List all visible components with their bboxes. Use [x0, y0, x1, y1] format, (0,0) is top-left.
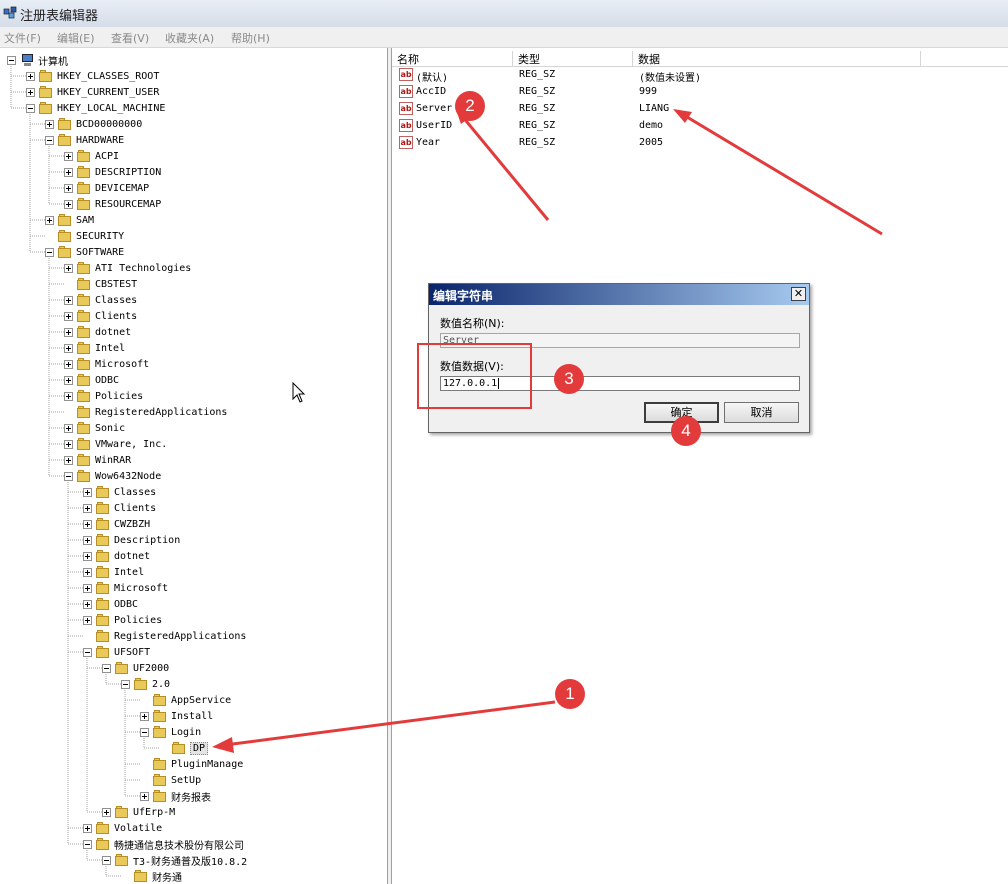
dialog-title-bar[interactable]: 编辑字符串 ✕ — [429, 284, 809, 305]
step-marker-2: 2 — [455, 91, 485, 121]
arrow-1 — [224, 700, 556, 747]
value-name-label: 数值名称(N): — [440, 317, 505, 330]
arrowhead-value — [673, 109, 692, 123]
step-marker-1: 1 — [555, 679, 585, 709]
step-marker-3: 3 — [554, 364, 584, 394]
annotation-overlay — [212, 107, 883, 753]
arrow-value — [681, 112, 883, 236]
cancel-button[interactable]: 取消 — [724, 402, 799, 423]
close-icon[interactable]: ✕ — [791, 287, 806, 301]
arrowhead-1 — [212, 737, 234, 753]
highlight-box-value-data — [417, 343, 532, 409]
arrow-2 — [460, 115, 550, 221]
mouse-pointer-icon — [292, 382, 306, 403]
step-marker-4: 4 — [671, 416, 701, 446]
dialog-title: 编辑字符串 — [433, 289, 494, 303]
